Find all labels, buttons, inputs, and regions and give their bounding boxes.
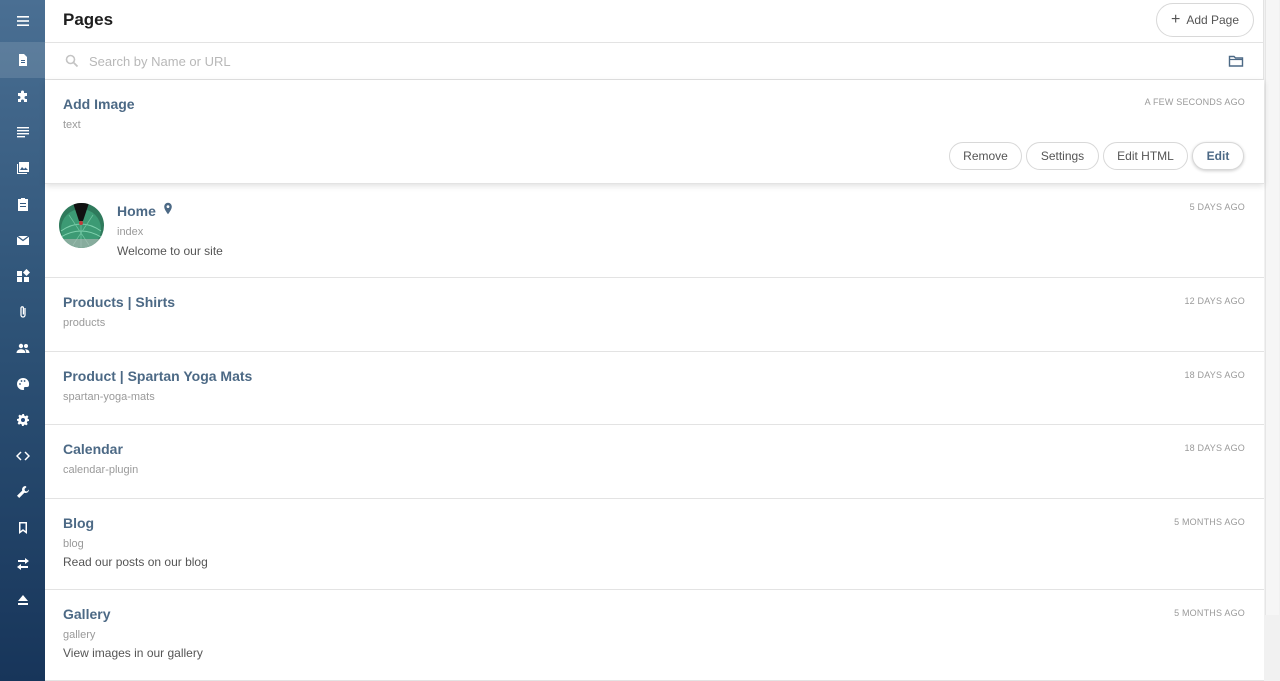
sidebar-item-plugins[interactable] (0, 78, 45, 114)
settings-button[interactable]: Settings (1026, 142, 1099, 170)
sidebar-item-images[interactable] (0, 150, 45, 186)
page-description: Read our posts on our blog (63, 555, 208, 569)
swap-icon (16, 558, 29, 570)
page-row-home[interactable]: Home index Welcome to our site 5 DAYS AG… (45, 184, 1264, 278)
page-row-products-shirts[interactable]: Products | Shirts products 12 DAYS AGO (45, 278, 1264, 352)
page-title-link[interactable]: Product | Spartan Yoga Mats (63, 368, 252, 384)
sidebar-item-publish[interactable] (0, 582, 45, 618)
search-bar (45, 43, 1264, 80)
page-title-link[interactable]: Gallery (63, 606, 110, 622)
remove-button[interactable]: Remove (949, 142, 1022, 170)
sidebar-item-users[interactable] (0, 330, 45, 366)
page-title: Pages (63, 10, 114, 29)
palette-icon (16, 377, 29, 390)
page-url: index (117, 226, 144, 238)
sidebar-item-attachments[interactable] (0, 294, 45, 330)
sidebar-item-clipboard[interactable] (0, 186, 45, 222)
search-icon (65, 54, 79, 68)
page-row-add-image[interactable]: Add Image text A FEW SECONDS AGO Remove … (45, 80, 1264, 184)
page-row-spartan-yoga-mats[interactable]: Product | Spartan Yoga Mats spartan-yoga… (45, 352, 1264, 425)
sidebar-item-content[interactable] (0, 114, 45, 150)
add-page-label: Add Page (1186, 13, 1240, 27)
page-timestamp: 18 DAYS AGO (1184, 443, 1245, 453)
sidebar-item-pages[interactable] (0, 42, 45, 78)
content-icon (16, 127, 29, 138)
sidebar-item-settings[interactable] (0, 402, 45, 438)
sidebar-item-mail[interactable] (0, 222, 45, 258)
search-input[interactable] (89, 51, 1189, 71)
sidebar-item-migrate[interactable] (0, 546, 45, 582)
sidebar (0, 0, 45, 681)
pages-icon (18, 54, 27, 66)
app-window: Pages + Add Page Add Image text A FEW SE… (0, 0, 1280, 681)
users-icon (16, 343, 29, 353)
pages-panel: Pages + Add Page Add Image text A FEW SE… (45, 0, 1264, 681)
page-timestamp: 18 DAYS AGO (1184, 370, 1245, 380)
settings-icon (16, 414, 29, 426)
edit-html-button[interactable]: Edit HTML (1103, 142, 1188, 170)
clipboard-icon (17, 198, 28, 211)
homepage-pin-icon (164, 202, 172, 215)
page-timestamp: 5 MONTHS AGO (1174, 608, 1245, 618)
sidebar-item-code[interactable] (0, 438, 45, 474)
sidebar-item-tools[interactable] (0, 474, 45, 510)
sidebar-item-menu[interactable] (0, 3, 45, 39)
panel-header: Pages + Add Page (45, 0, 1264, 43)
page-title-link[interactable]: Products | Shirts (63, 294, 175, 310)
page-thumbnail (59, 203, 104, 248)
page-description: View images in our gallery (63, 646, 203, 660)
page-title-link[interactable]: Blog (63, 515, 94, 531)
folder-icon[interactable] (1228, 53, 1244, 69)
eject-icon (17, 595, 28, 605)
page-row-calendar[interactable]: Calendar calendar-plugin 18 DAYS AGO (45, 425, 1264, 499)
page-url: calendar-plugin (63, 464, 139, 476)
page-timestamp: 5 DAYS AGO (1189, 202, 1245, 212)
page-title-link[interactable]: Home (117, 203, 156, 219)
wrench-icon (16, 486, 29, 498)
page-timestamp: 5 MONTHS AGO (1174, 517, 1245, 527)
page-timestamp: A FEW SECONDS AGO (1144, 97, 1245, 107)
menu-icon (16, 16, 29, 26)
mail-icon (16, 235, 29, 245)
page-title-link[interactable]: Add Image (63, 96, 135, 112)
page-url: text (63, 119, 81, 131)
page-row-gallery[interactable]: Gallery gallery View images in our galle… (45, 590, 1264, 681)
page-url: blog (63, 538, 84, 550)
add-page-button[interactable]: + Add Page (1156, 3, 1254, 37)
dashboard-icon (16, 269, 30, 282)
page-title-link[interactable]: Calendar (63, 441, 123, 457)
sidebar-item-dashboard[interactable] (0, 258, 45, 294)
page-description: Welcome to our site (117, 244, 223, 258)
sidebar-item-bookmarks[interactable] (0, 510, 45, 546)
plus-icon: + (1170, 11, 1181, 28)
edit-button[interactable]: Edit (1192, 142, 1244, 170)
page-url: gallery (63, 629, 96, 641)
plugins-icon (17, 90, 27, 102)
bookmark-icon (18, 522, 27, 534)
code-icon (15, 451, 30, 461)
page-timestamp: 12 DAYS AGO (1184, 296, 1245, 306)
page-url: products (63, 317, 106, 329)
page-url: spartan-yoga-mats (63, 391, 155, 403)
images-icon (16, 162, 29, 174)
page-row-blog[interactable]: Blog blog Read our posts on our blog 5 M… (45, 499, 1264, 590)
scrollbar-thumb[interactable] (1265, 0, 1279, 615)
sidebar-item-themes[interactable] (0, 366, 45, 402)
attachment-icon (19, 306, 26, 318)
